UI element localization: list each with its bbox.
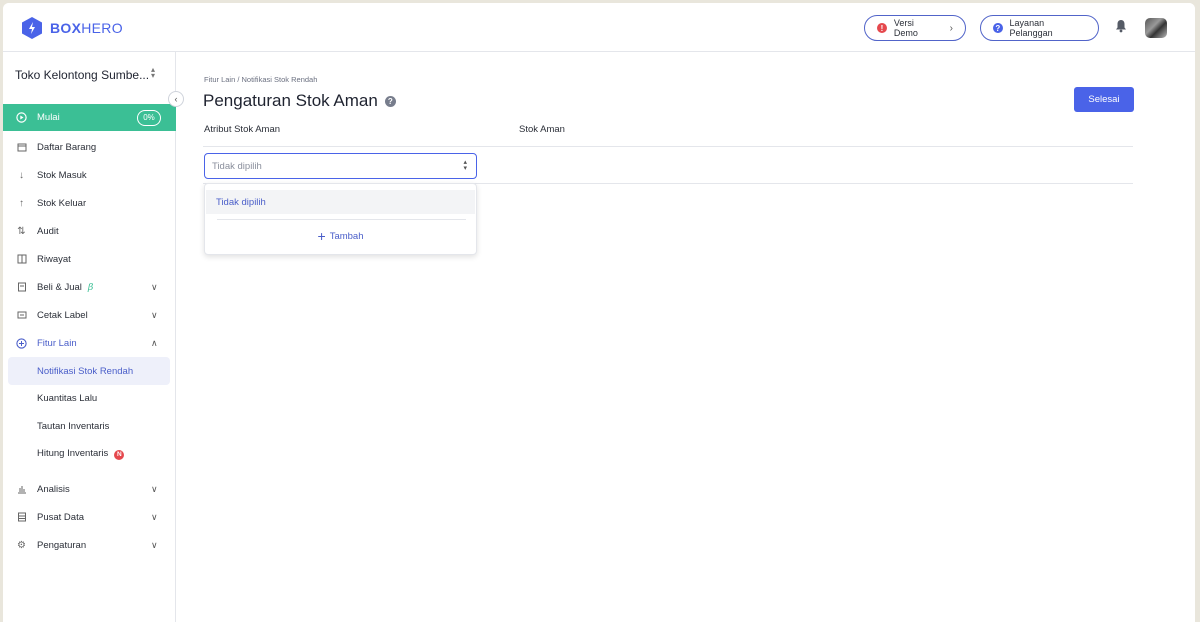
sidebar-item-label: Cetak Label	[37, 309, 88, 321]
demo-version-label: Versi Demo	[893, 18, 918, 38]
sidebar-item-riwayat[interactable]: Riwayat	[3, 245, 176, 273]
store-switch-icon[interactable]: ▴ ▾	[151, 66, 155, 80]
page-title-text: Pengaturan Stok Aman	[203, 91, 378, 110]
sidebar-item-daftar-barang[interactable]: Daftar Barang	[3, 133, 176, 161]
collapse-sidebar-button[interactable]: ‹	[168, 91, 184, 107]
attribute-select[interactable]: Tidak dipilih ▴ ▾	[204, 153, 477, 179]
breadcrumb: Fitur Lain / Notifikasi Stok Rendah	[204, 75, 318, 84]
play-circle-icon	[16, 112, 27, 123]
new-badge: N	[114, 449, 125, 460]
sidebar-item-label: Notifikasi Stok Rendah	[37, 365, 134, 377]
sidebar-item-stok-keluar[interactable]: ↑ Stok Keluar	[3, 189, 176, 217]
help-circle-icon: ?	[993, 23, 1003, 33]
arrow-down-icon: ↓	[19, 169, 24, 181]
top-header: BOXHERO ! Versi Demo › ? Layanan Pelangg…	[3, 3, 1195, 52]
column-header-safe-stock: Stok Aman	[519, 124, 565, 135]
sidebar-subitem-kuantitas-lalu[interactable]: Kuantitas Lalu	[3, 384, 176, 412]
dropdown-option-not-selected[interactable]: Tidak dipilih	[206, 190, 475, 214]
database-icon	[16, 512, 27, 523]
sidebar-item-label: Audit	[37, 225, 59, 237]
customer-service-button[interactable]: ? Layanan Pelanggan	[980, 15, 1099, 41]
sidebar-item-label: Pengaturan	[37, 539, 87, 551]
sidebar-subitem-hitung-inventaris[interactable]: Hitung Inventaris N	[3, 440, 176, 468]
add-attribute-label: Tambah	[329, 230, 364, 242]
bell-icon[interactable]	[1115, 19, 1127, 38]
attribute-select-value: Tidak dipilih	[212, 160, 262, 172]
page-title: Pengaturan Stok Aman ?	[203, 91, 396, 111]
logo-icon	[22, 17, 42, 39]
history-icon	[16, 254, 27, 265]
progress-badge: 0%	[137, 109, 161, 126]
chevron-down-icon[interactable]: ∨	[151, 540, 158, 551]
sidebar-item-label: Riwayat	[37, 253, 71, 265]
customer-service-label: Layanan Pelanggan	[1009, 18, 1053, 38]
sidebar-item-label: Fitur Lain	[37, 337, 77, 349]
plus-circle-icon	[16, 337, 27, 349]
chevron-down-icon[interactable]: ∨	[151, 282, 158, 293]
label-icon	[16, 310, 27, 321]
sidebar-item-label: Pusat Data	[37, 511, 84, 523]
alert-icon: !	[877, 23, 887, 33]
app-window: BOXHERO ! Versi Demo › ? Layanan Pelangg…	[3, 3, 1195, 622]
sidebar-item-label: Analisis	[37, 483, 70, 495]
chevron-down-icon[interactable]: ∨	[151, 512, 158, 523]
help-icon[interactable]: ?	[384, 95, 396, 107]
sidebar-item-beli-jual[interactable]: Beli & Jual β ∨	[3, 273, 176, 301]
select-arrows-icon: ▴ ▾	[463, 159, 467, 172]
receipt-icon	[16, 282, 27, 293]
beta-badge: β	[87, 281, 94, 293]
dropdown-divider	[217, 219, 466, 220]
sidebar-item-label: Kuantitas Lalu	[37, 392, 98, 404]
sidebar-item-label: Beli & Jual β	[37, 281, 94, 293]
sidebar-item-mulai[interactable]: Mulai 0%	[3, 104, 176, 131]
sidebar-item-label: Hitung Inventaris N	[37, 448, 125, 460]
sidebar-item-label: Mulai	[37, 112, 60, 123]
sidebar-subitem-tautan-inventaris[interactable]: Tautan Inventaris	[3, 412, 176, 440]
chevron-down-icon[interactable]: ∨	[151, 484, 158, 495]
arrow-up-icon: ↑	[19, 197, 24, 209]
sidebar-subitem-notifikasi-stok-rendah[interactable]: Notifikasi Stok Rendah	[8, 357, 170, 385]
chart-icon	[16, 484, 27, 495]
chevron-up-icon[interactable]: ∧	[151, 338, 158, 349]
sidebar-item-label: Stok Keluar	[37, 197, 87, 209]
sidebar: Toko Kelontong Sumbe... ▴ ▾ Mulai 0% Daft…	[3, 52, 176, 622]
column-header-attribute: Atribut Stok Aman	[204, 124, 281, 135]
sidebar-item-fitur-lain[interactable]: Fitur Lain ∧	[3, 329, 176, 357]
box-icon	[16, 142, 27, 153]
boxhero-logo[interactable]: BOXHERO	[21, 16, 123, 40]
sidebar-item-analisis[interactable]: Analisis ∨	[3, 475, 176, 503]
chevron-left-icon: ‹	[174, 94, 178, 104]
chevron-down-icon[interactable]: ∨	[151, 310, 158, 321]
user-avatar[interactable]	[1145, 18, 1167, 38]
sidebar-item-label: Tautan Inventaris	[37, 420, 110, 432]
sidebar-item-pusat-data[interactable]: Pusat Data ∨	[3, 503, 176, 531]
sidebar-item-stok-masuk[interactable]: ↓ Stok Masuk	[3, 161, 176, 189]
demo-version-button[interactable]: ! Versi Demo ›	[864, 15, 966, 41]
sidebar-item-pengaturan[interactable]: ⚙ Pengaturan ∨	[3, 531, 176, 559]
swap-icon: ⇅	[17, 225, 26, 237]
sidebar-item-cetak-label[interactable]: Cetak Label ∨	[3, 301, 176, 329]
logo-text: BOXHERO	[50, 20, 123, 36]
add-attribute-button[interactable]: + Tambah	[205, 226, 476, 246]
store-name[interactable]: Toko Kelontong Sumbe...	[15, 68, 149, 82]
done-button[interactable]: Selesai	[1074, 87, 1134, 112]
sidebar-item-label: Stok Masuk	[37, 169, 87, 181]
divider	[203, 146, 1133, 147]
chevron-right-icon: ›	[949, 22, 953, 34]
plus-icon: +	[317, 228, 326, 244]
sidebar-item-audit[interactable]: ⇅ Audit	[3, 217, 176, 245]
gear-icon: ⚙	[17, 539, 26, 551]
attribute-dropdown-menu: Tidak dipilih + Tambah	[204, 183, 477, 255]
sidebar-item-label: Daftar Barang	[37, 141, 97, 153]
